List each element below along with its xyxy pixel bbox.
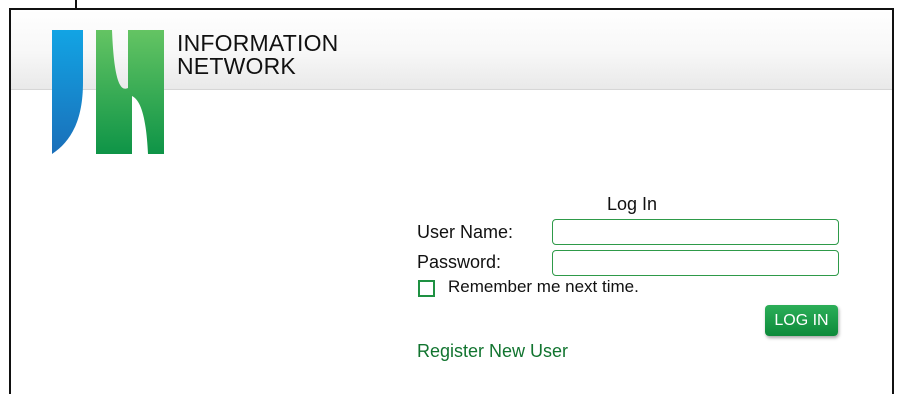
brand-line-2: NETWORK: [177, 53, 296, 79]
logo-j-shape: [52, 30, 83, 154]
information-network-logo: [52, 30, 164, 154]
brand-line-1: INFORMATION: [177, 30, 339, 56]
password-label: Password:: [417, 252, 502, 272]
remember-me-checkbox[interactable]: [418, 280, 435, 297]
logo-n-shape: [96, 30, 164, 154]
username-label: User Name:: [417, 222, 514, 242]
remember-me-label: Remember me next time.: [448, 277, 639, 296]
brand-name: INFORMATION NETWORK: [177, 32, 338, 78]
username-input[interactable]: [552, 219, 839, 245]
register-new-user-link[interactable]: Register New User: [417, 341, 568, 362]
password-input[interactable]: [552, 250, 839, 276]
login-button[interactable]: LOG IN: [765, 305, 838, 336]
login-title: Log In: [607, 194, 658, 214]
